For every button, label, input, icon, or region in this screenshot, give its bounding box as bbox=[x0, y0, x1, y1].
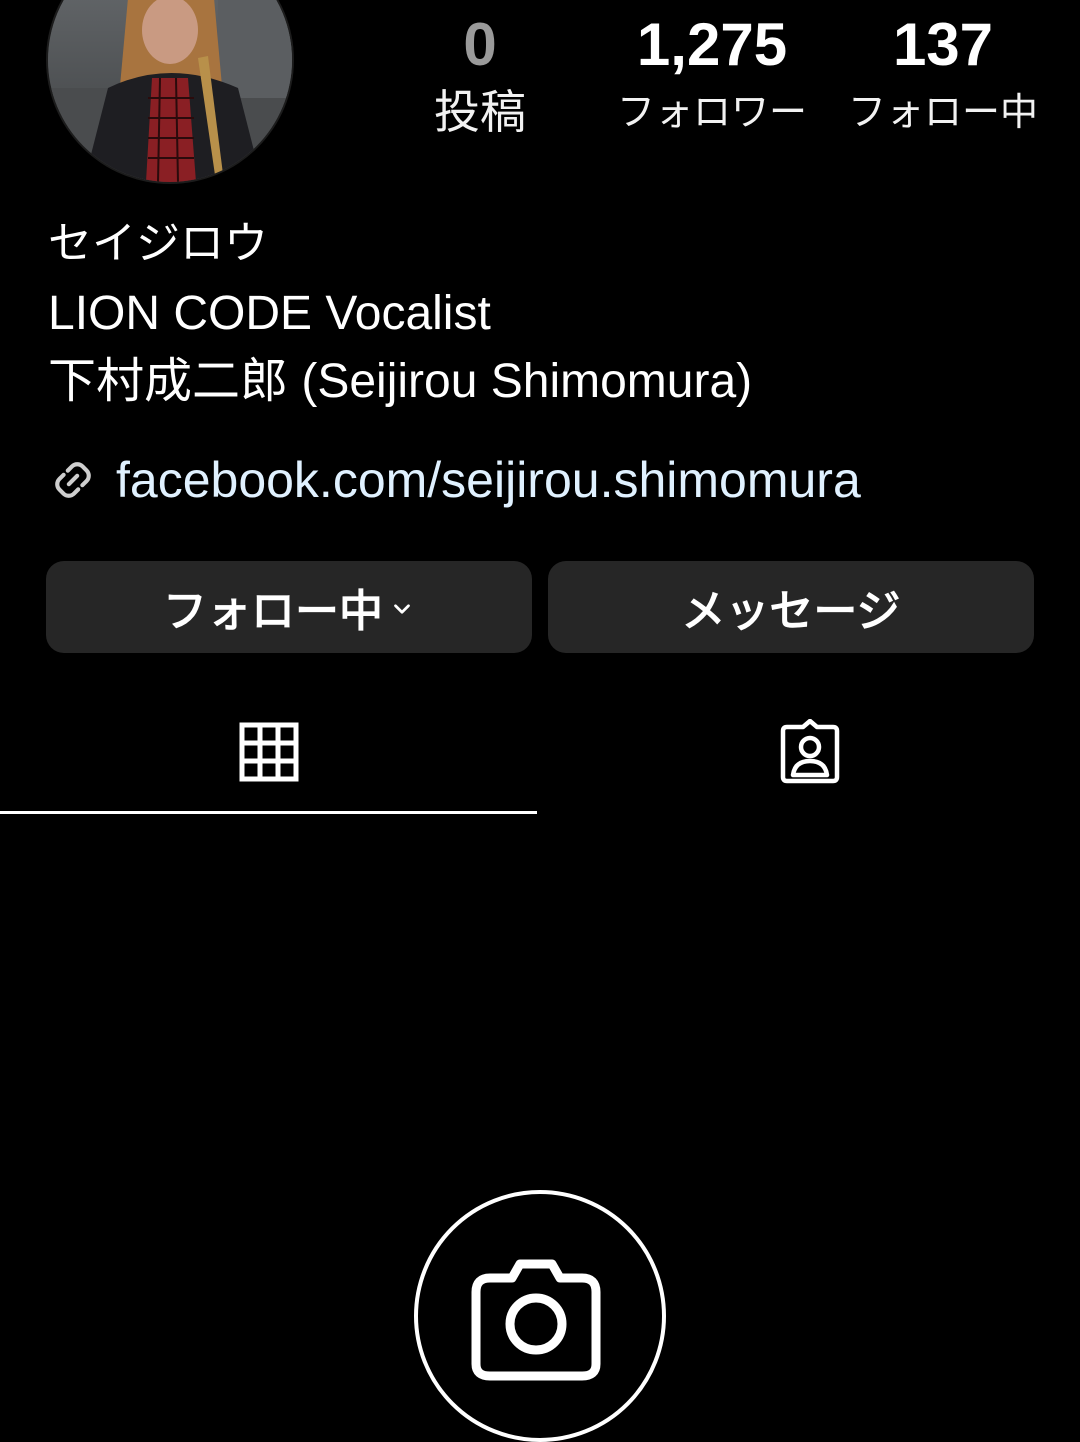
following-count: 137 bbox=[892, 11, 994, 78]
bio-line-fullname: 下村成二郎 (Seijirou Shimomura) bbox=[48, 355, 753, 408]
tab-posts-grid[interactable] bbox=[0, 690, 537, 814]
followers-count: 1,275 bbox=[636, 11, 788, 78]
following-button[interactable]: フォロー中 bbox=[46, 561, 532, 653]
profile-photo bbox=[48, 0, 292, 182]
link-icon bbox=[55, 462, 91, 498]
stat-following[interactable]: 137 フォロー中 bbox=[838, 10, 1048, 142]
grid-icon bbox=[239, 722, 298, 782]
chevron-down-icon bbox=[394, 604, 410, 614]
following-button-label: フォロー中 bbox=[163, 586, 383, 637]
tagged-person-icon bbox=[780, 719, 839, 784]
profile-name: セイジロウ bbox=[48, 218, 268, 269]
bio-line-role: LION CODE Vocalist bbox=[48, 287, 491, 340]
tab-tagged[interactable] bbox=[541, 690, 1078, 814]
empty-posts-camera bbox=[414, 1190, 666, 1442]
message-button[interactable]: メッセージ bbox=[548, 561, 1034, 653]
active-tab-indicator bbox=[0, 811, 537, 814]
posts-count: 0 bbox=[463, 11, 497, 78]
profile-link[interactable]: facebook.com/seijirou.shimomura bbox=[48, 448, 861, 512]
stat-posts[interactable]: 0 投稿 bbox=[420, 10, 540, 142]
following-label: フォロー中 bbox=[847, 90, 1038, 134]
posts-label: 投稿 bbox=[434, 85, 526, 139]
camera-icon bbox=[471, 1259, 601, 1381]
link-text: facebook.com/seijirou.shimomura bbox=[116, 452, 861, 508]
stat-followers[interactable]: 1,275 フォロワー bbox=[606, 10, 818, 142]
message-button-label: メッセージ bbox=[681, 586, 901, 637]
avatar[interactable] bbox=[48, 0, 292, 182]
followers-label: フォロワー bbox=[616, 90, 807, 134]
